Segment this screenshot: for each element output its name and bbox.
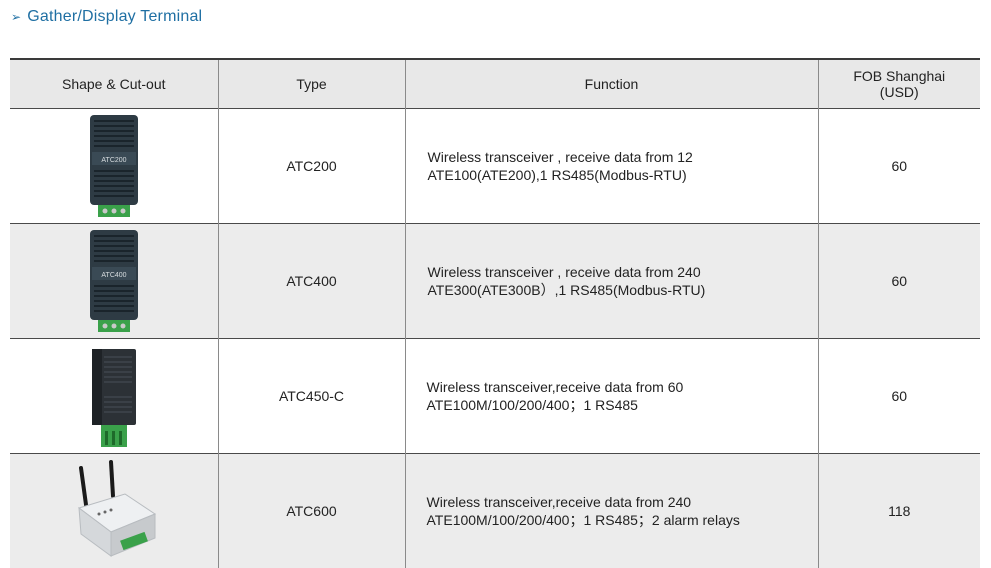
- function-line: ATE100M/100/200/400；1 RS485；2 alarm rela…: [427, 511, 818, 529]
- atc200-device-image: ATC200: [74, 111, 154, 221]
- section-title-text: Gather/Display Terminal: [27, 8, 202, 26]
- header-shape: Shape & Cut-out: [10, 59, 218, 109]
- arrow-icon: ➢: [11, 10, 21, 24]
- table-row: ATC600 Wireless transceiver,receive data…: [10, 454, 980, 568]
- header-type: Type: [218, 59, 405, 109]
- function-cell: Wireless transceiver,receive data from 6…: [405, 339, 818, 454]
- shape-cell: [10, 454, 218, 568]
- price-cell: 118: [818, 454, 980, 568]
- price-cell: 60: [818, 224, 980, 339]
- product-table: Shape & Cut-out Type Function FOB Shangh…: [10, 58, 980, 568]
- table-header-row: Shape & Cut-out Type Function FOB Shangh…: [10, 59, 980, 109]
- shape-cell: ATC400: [10, 224, 218, 339]
- price-cell: 60: [818, 109, 980, 224]
- function-cell: Wireless transceiver , receive data from…: [405, 224, 818, 339]
- function-line: Wireless transceiver,receive data from 6…: [427, 378, 818, 396]
- type-cell: ATC600: [218, 454, 405, 568]
- function-line: ATE100(ATE200),1 RS485(Modbus-RTU): [428, 166, 818, 184]
- function-line: Wireless transceiver , receive data from…: [428, 263, 818, 281]
- table-row: ATC450-C Wireless transceiver,receive da…: [10, 339, 980, 454]
- atc400-device-image: ATC400: [74, 226, 154, 336]
- device-label: ATC200: [101, 157, 126, 164]
- header-fob: FOB Shanghai (USD): [818, 59, 980, 109]
- type-cell: ATC450-C: [218, 339, 405, 454]
- function-line: Wireless transceiver , receive data from…: [428, 148, 818, 166]
- device-label: ATC400: [101, 272, 126, 279]
- function-line: Wireless transceiver,receive data from 2…: [427, 493, 818, 511]
- header-fob-line1: FOB Shanghai: [819, 68, 981, 84]
- type-cell: ATC400: [218, 224, 405, 339]
- function-cell: Wireless transceiver,receive data from 2…: [405, 454, 818, 568]
- type-cell: ATC200: [218, 109, 405, 224]
- table-row: ATC400 ATC400 Wireless transceiver , rec…: [10, 224, 980, 339]
- shape-cell: ATC200: [10, 109, 218, 224]
- atc600-device-image: [59, 456, 169, 566]
- table-row: ATC200 ATC200 Wireless transceiver , rec…: [10, 109, 980, 224]
- function-line: ATE100M/100/200/400；1 RS485: [427, 396, 818, 414]
- function-cell: Wireless transceiver , receive data from…: [405, 109, 818, 224]
- atc450c-device-image: [74, 341, 154, 451]
- function-line: ATE300(ATE300B）,1 RS485(Modbus-RTU): [428, 281, 818, 299]
- section-heading: ➢ Gather/Display Terminal: [11, 6, 202, 28]
- price-cell: 60: [818, 339, 980, 454]
- shape-cell: [10, 339, 218, 454]
- header-fob-line2: (USD): [819, 84, 981, 100]
- header-function: Function: [405, 59, 818, 109]
